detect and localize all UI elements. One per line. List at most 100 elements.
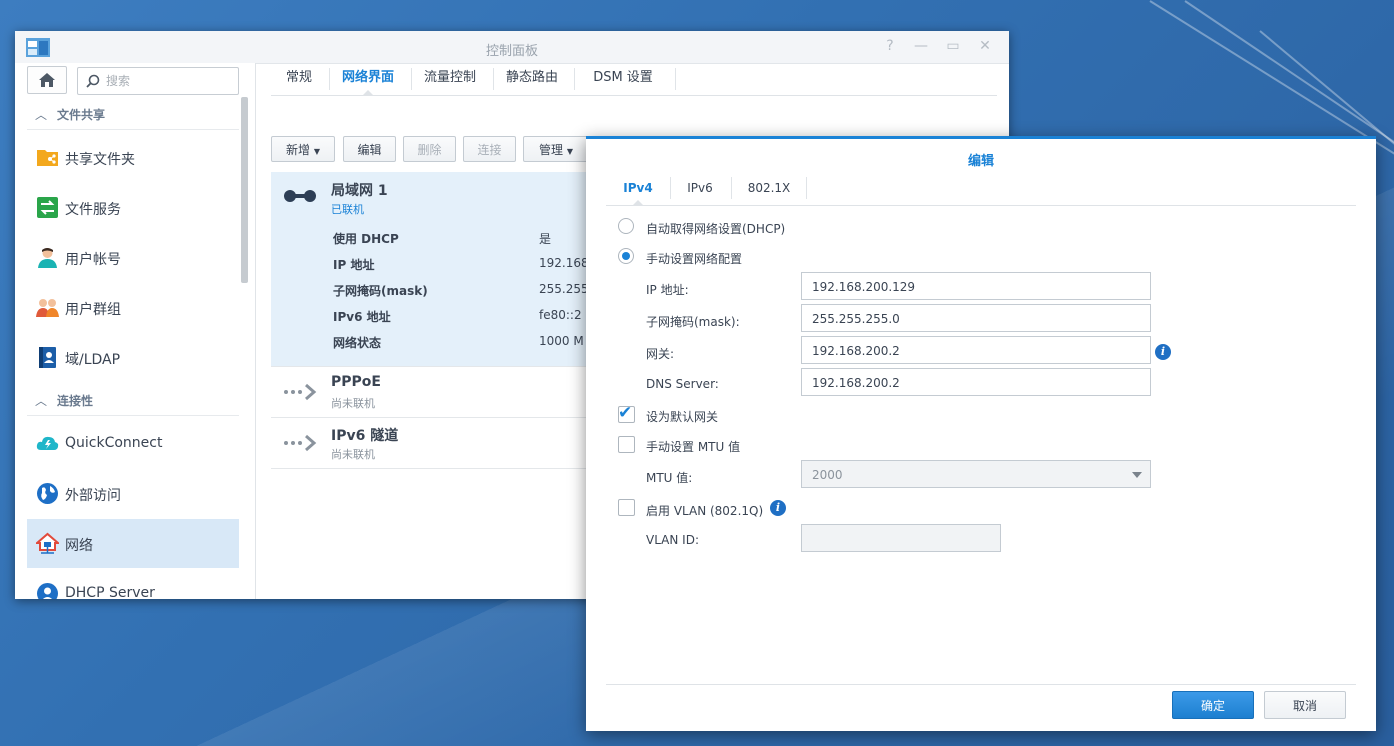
manual-mtu-checkbox[interactable] bbox=[618, 436, 635, 453]
section-file-sharing[interactable]: ︿ 文件共享 bbox=[27, 99, 239, 130]
manual-mtu-label[interactable]: 手动设置 MTU 值 bbox=[646, 438, 740, 455]
interface-ipv6-tunnel[interactable]: IPv6 隧道 尚未联机 bbox=[271, 418, 591, 469]
tab-dsm-settings[interactable]: DSM 设置 bbox=[583, 63, 663, 95]
sidebar-item-file-services[interactable]: 文件服务 bbox=[27, 183, 239, 232]
subnet-mask-field[interactable] bbox=[801, 304, 1151, 332]
tab-general[interactable]: 常规 bbox=[281, 63, 317, 95]
default-gateway-label[interactable]: 设为默认网关 bbox=[646, 408, 718, 425]
sidebar-item-label: 文件服务 bbox=[65, 202, 121, 218]
detail-value: 255.255 bbox=[539, 282, 589, 296]
sidebar-item-label: 域/LDAP bbox=[65, 352, 121, 368]
info-icon[interactable]: i bbox=[770, 500, 786, 516]
detail-key: 网络状态 bbox=[333, 336, 382, 350]
gateway-input[interactable] bbox=[810, 342, 1144, 360]
detail-key: IPv6 地址 bbox=[333, 310, 391, 324]
gateway-field[interactable] bbox=[801, 336, 1151, 364]
create-button[interactable]: 新增 ▼ bbox=[271, 136, 335, 162]
sidebar-item-domain-ldap[interactable]: 域/LDAP bbox=[27, 333, 239, 382]
section-label: 文件共享 bbox=[57, 108, 106, 122]
domain-ldap-icon bbox=[39, 347, 56, 368]
dhcp-server-icon bbox=[37, 583, 58, 599]
detail-value: 是 bbox=[539, 232, 552, 246]
manual-config-radio[interactable] bbox=[618, 248, 634, 264]
chevron-down-icon: ▼ bbox=[313, 147, 320, 156]
tab-separator bbox=[493, 68, 494, 90]
maximize-icon[interactable]: ▭ bbox=[944, 37, 962, 55]
manage-button[interactable]: 管理 ▼ bbox=[523, 136, 589, 162]
subnet-mask-input[interactable] bbox=[810, 310, 1144, 328]
dns-server-label: DNS Server: bbox=[646, 377, 719, 391]
info-icon[interactable]: i bbox=[1155, 344, 1171, 360]
detail-key: 子网掩码(mask) bbox=[333, 284, 428, 298]
chevron-up-icon: ︿ bbox=[35, 394, 48, 408]
sidebar-item-shared-folder[interactable]: 共享文件夹 bbox=[27, 133, 239, 182]
edit-button[interactable]: 编辑 bbox=[343, 136, 396, 162]
sidebar-item-network[interactable]: 网络 bbox=[27, 519, 239, 568]
disconnected-icon bbox=[284, 434, 317, 452]
active-tab-caret bbox=[632, 200, 644, 206]
interface-status: 尚未联机 bbox=[331, 448, 375, 461]
network-icon bbox=[36, 532, 59, 554]
title-bar[interactable]: 控制面板 ? — ▭ ✕ bbox=[15, 31, 1009, 64]
interface-lan-1[interactable]: 局域网 1 已联机 使用 DHCP 是 IP 地址 192.168 子网掩码(m… bbox=[271, 172, 591, 367]
ip-address-field[interactable] bbox=[801, 272, 1151, 300]
sidebar-item-label: 外部访问 bbox=[65, 488, 121, 504]
sidebar-item-user-account[interactable]: 用户帐号 bbox=[27, 233, 239, 282]
mtu-select[interactable] bbox=[801, 460, 1151, 488]
dns-server-input[interactable] bbox=[810, 374, 1144, 392]
mtu-input[interactable] bbox=[810, 466, 1144, 484]
ip-address-input[interactable] bbox=[810, 278, 1144, 296]
tab-separator bbox=[670, 177, 671, 199]
delete-button[interactable]: 删除 bbox=[403, 136, 456, 162]
search-input[interactable] bbox=[104, 72, 236, 90]
cancel-button[interactable]: 取消 bbox=[1264, 691, 1346, 719]
dialog-tabs: IPv4 IPv6 802.1X bbox=[606, 172, 1356, 206]
dns-server-field[interactable] bbox=[801, 368, 1151, 396]
vlan-checkbox[interactable] bbox=[618, 499, 635, 516]
detail-value: fe80::2 bbox=[539, 308, 582, 322]
vlan-id-input[interactable] bbox=[810, 530, 994, 548]
tab-separator bbox=[806, 177, 807, 199]
disconnected-icon bbox=[284, 383, 317, 401]
interface-pppoe[interactable]: PPPoE 尚未联机 bbox=[271, 367, 591, 418]
globe-icon bbox=[37, 483, 58, 504]
user-icon bbox=[38, 248, 57, 268]
close-icon[interactable]: ✕ bbox=[976, 37, 994, 55]
sidebar-item-external-access[interactable]: 外部访问 bbox=[27, 469, 239, 518]
tab-8021x[interactable]: 802.1X bbox=[740, 172, 798, 205]
shared-folder-icon bbox=[37, 150, 58, 166]
vlan-label[interactable]: 启用 VLAN (802.1Q) bbox=[646, 502, 763, 519]
chevron-up-icon: ︿ bbox=[35, 108, 48, 122]
dhcp-radio[interactable] bbox=[618, 218, 634, 234]
interface-status: 尚未联机 bbox=[331, 397, 375, 410]
dhcp-label[interactable]: 自动取得网络设置(DHCP) bbox=[646, 220, 785, 237]
default-gateway-checkbox[interactable]: ✔ bbox=[618, 403, 635, 423]
tab-traffic-control[interactable]: 流量控制 bbox=[419, 63, 481, 95]
home-button[interactable] bbox=[27, 66, 67, 94]
interface-name: 局域网 1 bbox=[331, 183, 388, 199]
user-group-icon bbox=[36, 299, 59, 317]
tab-static-route[interactable]: 静态路由 bbox=[501, 63, 563, 95]
sidebar: ︿ 文件共享 共享文件夹 文件服务 用户帐号 bbox=[15, 63, 256, 599]
interface-name: PPPoE bbox=[331, 374, 381, 390]
tab-ipv6[interactable]: IPv6 bbox=[678, 172, 722, 205]
active-tab-caret bbox=[362, 90, 374, 96]
sidebar-item-user-group[interactable]: 用户群组 bbox=[27, 283, 239, 332]
file-services-icon bbox=[37, 197, 58, 218]
help-icon[interactable]: ? bbox=[881, 37, 899, 55]
search-icon bbox=[86, 74, 100, 88]
gateway-label: 网关: bbox=[646, 347, 675, 361]
sidebar-item-dhcp-server[interactable]: DHCP Server bbox=[27, 569, 239, 599]
section-connectivity[interactable]: ︿ 连接性 bbox=[27, 385, 239, 416]
dialog-title: 编辑 bbox=[967, 154, 994, 169]
vlan-id-field[interactable] bbox=[801, 524, 1001, 552]
sidebar-scrollbar[interactable] bbox=[241, 97, 248, 283]
sidebar-item-quickconnect[interactable]: QuickConnect bbox=[27, 419, 239, 468]
search-field[interactable] bbox=[77, 67, 239, 95]
manual-config-label[interactable]: 手动设置网络配置 bbox=[646, 250, 742, 267]
ok-button[interactable]: 确定 bbox=[1172, 691, 1254, 719]
detail-value: 192.168 bbox=[539, 256, 589, 270]
home-icon bbox=[39, 73, 55, 87]
connect-button[interactable]: 连接 bbox=[463, 136, 516, 162]
minimize-icon[interactable]: — bbox=[912, 37, 930, 55]
